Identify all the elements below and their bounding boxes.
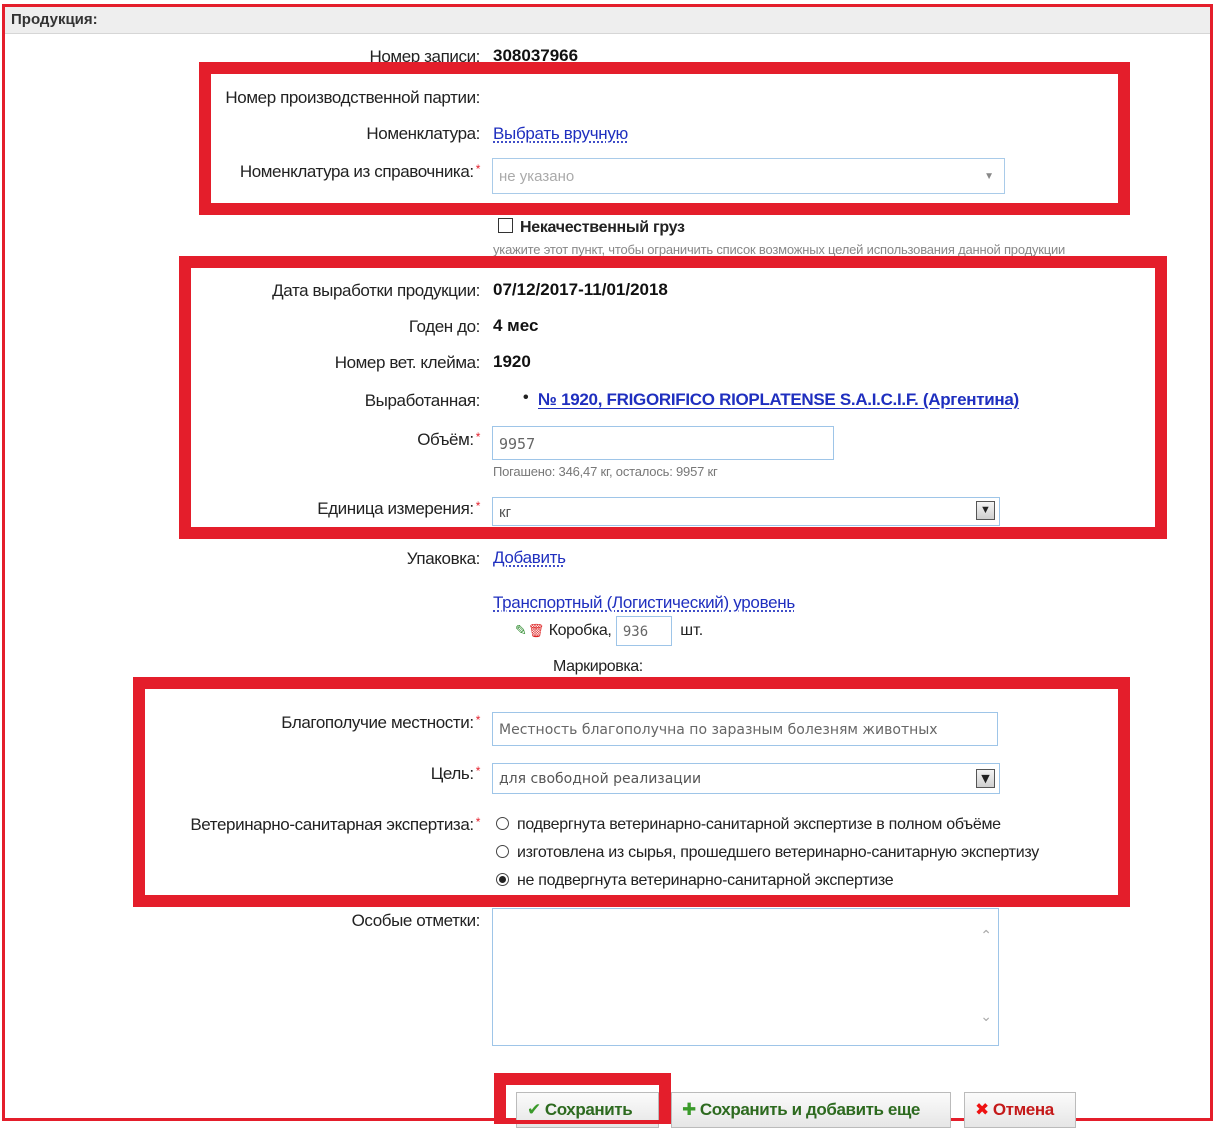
nomenclature-placeholder: не указано	[499, 168, 575, 185]
volume-hint: Погашено: 346,47 кг, осталось: 9957 кг	[493, 464, 718, 479]
production-date-value: 07/12/2017-11/01/2018	[493, 280, 668, 299]
produced-bullet: •	[523, 389, 529, 406]
packaging-row: ✎🗑 Коробка, 936 шт.	[515, 616, 703, 646]
purpose-label: Цель: *	[430, 764, 481, 783]
bad-cargo-label: Некачественный груз	[520, 219, 685, 236]
add-packaging-link[interactable]: Добавить	[493, 548, 566, 568]
vet-exam-option-raw[interactable]: изготовлена из сырья, прошедшего ветерин…	[496, 844, 1039, 862]
pencil-icon[interactable]: ✎	[515, 622, 527, 638]
record-number-value: 308037966	[493, 46, 579, 65]
nomenclature-ref-label: Номенклатура из справочника: *	[239, 162, 481, 181]
nomenclature-select[interactable]: не указано ▼	[492, 158, 1005, 194]
nomenclature-label: Номенклатура:	[366, 124, 480, 143]
producer-link[interactable]: № 1920, FRIGORIFICO RIOPLATENSE S.A.I.C.…	[538, 390, 1019, 410]
radio-button-selected[interactable]	[496, 873, 509, 886]
chevron-down-icon[interactable]: ▼	[976, 501, 995, 520]
section-header: Продукция:	[5, 7, 1210, 34]
unit-value: кг	[499, 504, 512, 521]
close-icon: ✖	[975, 1100, 989, 1119]
volume-input[interactable]: 9957	[492, 426, 834, 460]
packaging-count-unit: шт.	[680, 622, 704, 640]
vet-exam-option-full[interactable]: подвергнута ветеринарно-санитарной экспе…	[496, 816, 1001, 834]
vet-exam-option-none[interactable]: не подвергнута ветеринарно-санитарной эк…	[496, 872, 894, 890]
bad-cargo-checkbox[interactable]	[498, 218, 513, 233]
vet-stamp-value: 1920	[493, 352, 531, 371]
produced-label: Выработанная:	[364, 391, 481, 410]
batch-number-label: Номер производственной партии:	[225, 88, 480, 107]
unit-select[interactable]: кг ▼	[492, 497, 1000, 526]
save-and-add-button[interactable]: ✚ Сохранить и добавить еще	[671, 1092, 951, 1128]
packaging-item-label: Коробка,	[548, 622, 612, 640]
packaging-count-input[interactable]: 936	[615, 616, 672, 646]
check-add-icon: ✚	[682, 1100, 696, 1119]
cancel-button[interactable]: ✖ Отмена	[964, 1092, 1076, 1128]
bad-cargo-checkbox-row[interactable]: Некачественный груз	[498, 218, 685, 237]
locality-input[interactable]: Местность благополучна по заразным болез…	[492, 712, 998, 746]
chevron-down-icon: ▼	[984, 171, 994, 182]
purpose-select[interactable]: для свободной реализации ▼	[492, 763, 1000, 794]
notes-label: Особые отметки:	[351, 911, 481, 930]
radio-button[interactable]	[496, 817, 509, 830]
save-button[interactable]: ✔ Сохранить	[516, 1092, 659, 1128]
expiry-value: 4 мес	[493, 316, 539, 335]
scroll-up-icon[interactable]: ⌃	[980, 927, 992, 944]
expiry-label: Годен до:	[408, 317, 481, 336]
volume-label: Объём: *	[417, 430, 480, 449]
packaging-label: Упаковка:	[406, 549, 481, 568]
vet-exam-label: Ветеринарно-санитарная экспертиза: *	[190, 815, 480, 834]
trash-icon[interactable]: 🗑	[528, 623, 545, 638]
scroll-down-icon[interactable]: ⌄	[980, 1008, 992, 1025]
purpose-value: для свободной реализации	[499, 771, 702, 787]
production-date-label: Дата выработки продукции:	[272, 281, 480, 300]
record-number-label: Номер записи:	[369, 47, 480, 66]
check-icon: ✔	[527, 1100, 541, 1119]
locality-label: Благополучие местности: *	[281, 713, 480, 732]
radio-button[interactable]	[496, 845, 509, 858]
vet-stamp-label: Номер вет. клейма:	[334, 353, 481, 372]
marking-label: Маркировка:	[553, 658, 643, 675]
notes-textarea[interactable]: ⌃ ⌄	[492, 908, 999, 1046]
choose-manually-link[interactable]: Выбрать вручную	[493, 124, 628, 144]
bad-cargo-hint: укажите этот пункт, чтобы ограничить спи…	[493, 242, 1066, 257]
unit-label: Единица измерения: *	[317, 499, 480, 518]
chevron-down-icon[interactable]: ▼	[976, 769, 995, 788]
section-title: Продукция:	[11, 11, 98, 28]
transport-level-link[interactable]: Транспортный (Логистический) уровень	[493, 593, 795, 613]
